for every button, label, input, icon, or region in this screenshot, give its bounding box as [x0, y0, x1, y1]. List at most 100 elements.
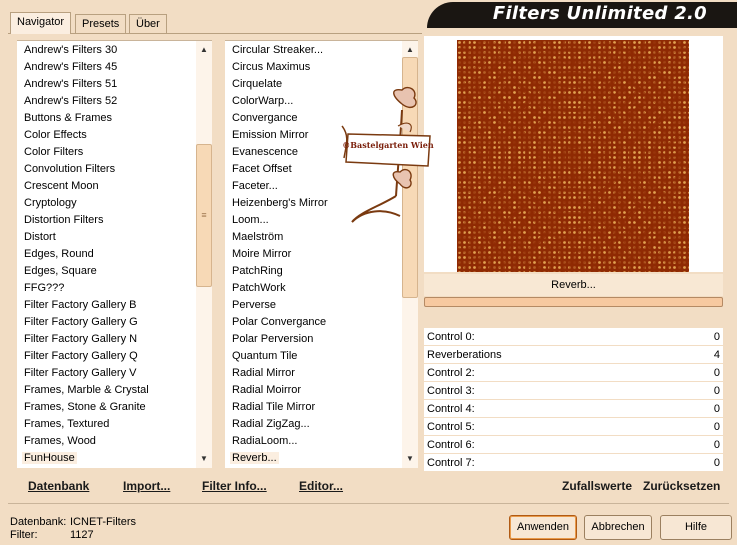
- category-list[interactable]: Andrew's Filters 30 Andrew's Filters 45 An…: [17, 40, 212, 468]
- category-item[interactable]: Color Filters: [17, 144, 196, 161]
- scroll-down-icon[interactable]: ▼: [402, 452, 418, 466]
- control-label: Control 5:: [427, 421, 475, 433]
- category-scroll-thumb[interactable]: ≡: [196, 144, 212, 287]
- filter-item[interactable]: Polar Perversion: [225, 331, 402, 348]
- control-row[interactable]: Control 3: 0: [424, 382, 723, 400]
- zuruecksetzen-link[interactable]: Zurücksetzen: [643, 479, 720, 493]
- title-banner: Filters Unlimited 2.0: [427, 2, 737, 28]
- filter-item-label: Radial Tile Mirror: [232, 401, 316, 413]
- filter-item[interactable]: Radial Tile Mirror: [225, 399, 402, 416]
- category-item-label: Color Effects: [24, 129, 87, 141]
- filter-item[interactable]: Moire Mirror: [225, 246, 402, 263]
- current-filter-name: Reverb...: [424, 274, 723, 296]
- category-item[interactable]: Filter Factory Gallery V: [17, 365, 196, 382]
- category-item[interactable]: FunHouse: [17, 450, 196, 467]
- category-item-label: Andrew's Filters 30: [24, 44, 118, 56]
- filter-item[interactable]: PatchRing: [225, 263, 402, 280]
- category-item[interactable]: Andrew's Filters 45: [17, 59, 196, 76]
- category-item-label: Andrew's Filters 52: [24, 95, 118, 107]
- filter-item[interactable]: Quantum Tile: [225, 348, 402, 365]
- category-item[interactable]: Filter Factory Gallery Q: [17, 348, 196, 365]
- status-db-label: Datenbank:: [10, 516, 67, 528]
- filter-item-label: Polar Perversion: [232, 333, 314, 345]
- category-item[interactable]: Crescent Moon: [17, 178, 196, 195]
- scroll-up-icon[interactable]: ▲: [402, 43, 418, 57]
- scroll-down-icon[interactable]: ▼: [196, 452, 212, 466]
- category-item[interactable]: Buttons & Frames: [17, 110, 196, 127]
- category-item[interactable]: Filter Factory Gallery G: [17, 314, 196, 331]
- app-title: Filters Unlimited 2.0: [492, 3, 707, 24]
- category-item-label: Cryptology: [24, 197, 77, 209]
- control-value: 0: [713, 421, 720, 433]
- category-item[interactable]: Frames, Wood: [17, 433, 196, 450]
- category-item[interactable]: Color Effects: [17, 127, 196, 144]
- category-item[interactable]: Distortion Filters: [17, 212, 196, 229]
- apply-button[interactable]: Anwenden: [509, 515, 577, 540]
- category-item[interactable]: Cryptology: [17, 195, 196, 212]
- filter-item[interactable]: Radial Moirror: [225, 382, 402, 399]
- banner-strip: [423, 28, 737, 32]
- category-scrollbar[interactable]: ▲ ≡ ▼: [196, 41, 212, 468]
- watermark-logo: ©Bastelgarten Wien: [341, 86, 434, 223]
- filter-item[interactable]: RadiaLoom...: [225, 433, 402, 450]
- filter-item-label: ColorWarp...: [232, 95, 294, 107]
- category-item-label: Filter Factory Gallery G: [24, 316, 138, 328]
- category-item[interactable]: Frames, Textured: [17, 416, 196, 433]
- control-row[interactable]: Control 0: 0: [424, 328, 723, 346]
- category-item-label: Distort: [24, 231, 56, 243]
- filter-item[interactable]: Perverse: [225, 297, 402, 314]
- control-row[interactable]: Control 5: 0: [424, 418, 723, 436]
- control-row[interactable]: Control 4: 0: [424, 400, 723, 418]
- filter-item-label: Facet Offset: [232, 163, 292, 175]
- help-button[interactable]: Hilfe: [660, 515, 732, 540]
- filter-item-label: Circus Maximus: [232, 61, 311, 73]
- control-label: Control 2:: [427, 367, 475, 379]
- category-item[interactable]: Edges, Square: [17, 263, 196, 280]
- filter-item-label: Maelström: [232, 231, 284, 243]
- category-item-label: Edges, Round: [24, 248, 94, 260]
- preview-image: [457, 40, 689, 272]
- filter-item-label: Reverb...: [230, 452, 279, 464]
- tab-ueber[interactable]: Über: [129, 14, 167, 34]
- filter-item-label: Loom...: [232, 214, 269, 226]
- filter-item[interactable]: Radial ZigZag...: [225, 416, 402, 433]
- category-item[interactable]: Filter Factory Gallery B: [17, 297, 196, 314]
- category-item[interactable]: Frames, Marble & Crystal: [17, 382, 196, 399]
- category-item[interactable]: Andrew's Filters 52: [17, 93, 196, 110]
- filter-item[interactable]: Polar Convergance: [225, 314, 402, 331]
- filter-item-label: PatchWork: [232, 282, 286, 294]
- control-row[interactable]: Control 6: 0: [424, 436, 723, 454]
- filter-item[interactable]: Radial Mirror: [225, 365, 402, 382]
- filter-item[interactable]: Maelström: [225, 229, 402, 246]
- scroll-up-icon[interactable]: ▲: [196, 43, 212, 57]
- category-item[interactable]: Andrew's Filters 51: [17, 76, 196, 93]
- control-row[interactable]: Control 7: 0: [424, 454, 723, 472]
- control-row[interactable]: Control 2: 0: [424, 364, 723, 382]
- tab-navigator[interactable]: Navigator: [10, 12, 72, 34]
- zufallswerte-link[interactable]: Zufallswerte: [562, 479, 632, 493]
- category-item[interactable]: Frames, Stone & Granite: [17, 399, 196, 416]
- category-item-label: Distortion Filters: [24, 214, 104, 226]
- filter-item[interactable]: Circus Maximus: [225, 59, 402, 76]
- filter-info-link[interactable]: Filter Info...: [202, 479, 267, 493]
- import-link[interactable]: Import...: [123, 479, 170, 493]
- filter-item[interactable]: Circular Streaker...: [225, 42, 402, 59]
- cancel-button[interactable]: Abbrechen: [584, 515, 652, 540]
- category-item-label: Edges, Square: [24, 265, 97, 277]
- category-item-label: Frames, Stone & Granite: [24, 401, 146, 413]
- filter-item[interactable]: Reverb...: [225, 450, 402, 467]
- editor-link[interactable]: Editor...: [299, 479, 343, 493]
- category-item[interactable]: Convolution Filters: [17, 161, 196, 178]
- tab-presets[interactable]: Presets: [75, 14, 127, 34]
- control-label: Reverberations: [427, 349, 502, 361]
- filter-item-label: Polar Convergance: [232, 316, 327, 328]
- category-item[interactable]: Andrew's Filters 30: [17, 42, 196, 59]
- category-item[interactable]: Edges, Round: [17, 246, 196, 263]
- control-row[interactable]: Reverberations 4: [424, 346, 723, 364]
- category-item-label: Andrew's Filters 45: [24, 61, 118, 73]
- category-item[interactable]: Filter Factory Gallery N: [17, 331, 196, 348]
- filter-item[interactable]: PatchWork: [225, 280, 402, 297]
- category-item[interactable]: Distort: [17, 229, 196, 246]
- category-item[interactable]: FFG???: [17, 280, 196, 297]
- datenbank-link[interactable]: Datenbank: [28, 479, 89, 493]
